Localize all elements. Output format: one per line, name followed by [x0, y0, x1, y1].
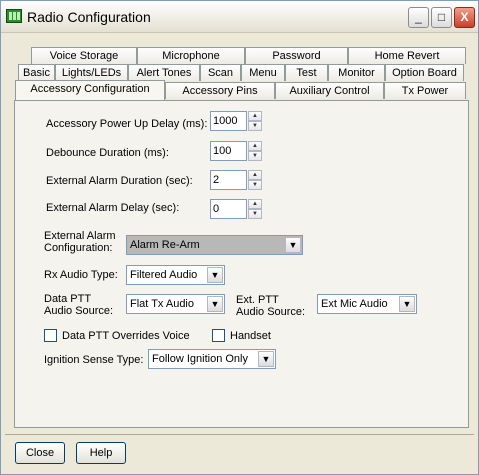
spin-down-icon[interactable]: ▼ [248, 151, 262, 161]
spin-down-icon[interactable]: ▼ [248, 121, 262, 131]
power-up-delay-label: Accessory Power Up Delay (ms): [46, 118, 208, 130]
spin-up-icon[interactable]: ▲ [248, 111, 262, 121]
accessory-configuration-panel: Accessory Power Up Delay (ms): 1000 ▲ ▼ … [14, 100, 469, 428]
spin-up-icon[interactable]: ▲ [248, 199, 262, 209]
tab-test[interactable]: Test [285, 64, 328, 81]
radio-app-icon [6, 9, 22, 23]
alarm-duration-value[interactable]: 2 [210, 170, 247, 190]
dropdown-arrow-icon[interactable]: ▼ [285, 237, 301, 253]
alarm-config-label-line2: Configuration: [44, 242, 113, 254]
title-bar[interactable]: Radio Configuration _ □ X [1, 1, 478, 33]
tab-home-revert[interactable]: Home Revert [348, 47, 466, 64]
spin-up-icon[interactable]: ▲ [248, 141, 262, 151]
alarm-duration-spinner[interactable]: 2 ▲ ▼ [210, 170, 262, 190]
tab-auxiliary-control[interactable]: Auxiliary Control [275, 82, 384, 99]
tab-row-3: Accessory Configuration Accessory Pins A… [15, 80, 466, 100]
tab-lights-leds[interactable]: Lights/LEDs [55, 64, 128, 81]
tab-row-1: Voice Storage Microphone Password Home R… [31, 47, 466, 64]
tab-accessory-configuration[interactable]: Accessory Configuration [15, 80, 165, 100]
minimize-button[interactable]: _ [408, 7, 429, 28]
rx-audio-type-label: Rx Audio Type: [44, 269, 118, 281]
radio-configuration-window: Radio Configuration _ □ X Voice Storage … [0, 0, 479, 475]
ignition-sense-type-value: Follow Ignition Only [152, 353, 248, 365]
window-title: Radio Configuration [27, 9, 151, 25]
ext-ptt-audio-source-select[interactable]: Ext Mic Audio ▼ [317, 294, 417, 314]
rx-audio-type-select[interactable]: Filtered Audio ▼ [126, 265, 225, 285]
alarm-duration-label: External Alarm Duration (sec): [46, 175, 193, 187]
alarm-delay-label: External Alarm Delay (sec): [46, 202, 180, 214]
close-window-button[interactable]: X [454, 7, 475, 28]
debounce-duration-value[interactable]: 100 [210, 141, 247, 161]
data-ptt-overrides-voice-label[interactable]: Data PTT Overrides Voice [62, 330, 190, 342]
ignition-sense-type-select[interactable]: Follow Ignition Only ▼ [148, 349, 276, 369]
rx-audio-type-value: Filtered Audio [130, 269, 198, 281]
tab-option-board[interactable]: Option Board [385, 64, 464, 81]
power-up-delay-value[interactable]: 1000 [210, 111, 247, 131]
data-ptt-overrides-voice-checkbox[interactable] [44, 329, 57, 342]
power-up-delay-spinner[interactable]: 1000 ▲ ▼ [210, 111, 262, 131]
data-ptt-label-line1: Data PTT [44, 293, 92, 305]
data-ptt-label-line2: Audio Source: [44, 305, 114, 317]
ignition-sense-type-label: Ignition Sense Type: [44, 354, 144, 366]
tab-alert-tones[interactable]: Alert Tones [128, 64, 200, 81]
dropdown-arrow-icon[interactable]: ▼ [207, 296, 223, 312]
ext-ptt-label-line2: Audio Source: [236, 306, 306, 318]
tab-password[interactable]: Password [245, 47, 348, 64]
tab-scan[interactable]: Scan [200, 64, 241, 81]
debounce-duration-label: Debounce Duration (ms): [46, 147, 169, 159]
alarm-config-value: Alarm Re-Arm [130, 239, 200, 251]
ext-ptt-label-line1: Ext. PTT [236, 294, 279, 306]
tab-monitor[interactable]: Monitor [328, 64, 385, 81]
maximize-button[interactable]: □ [431, 7, 452, 28]
spin-down-icon[interactable]: ▼ [248, 180, 262, 190]
handset-checkbox[interactable] [212, 329, 225, 342]
data-ptt-audio-source-select[interactable]: Flat Tx Audio ▼ [126, 294, 225, 314]
tab-voice-storage[interactable]: Voice Storage [31, 47, 137, 64]
dropdown-arrow-icon[interactable]: ▼ [399, 296, 415, 312]
ext-ptt-audio-source-value: Ext Mic Audio [321, 298, 388, 310]
dropdown-arrow-icon[interactable]: ▼ [258, 351, 274, 367]
alarm-config-label-line1: External Alarm [44, 230, 116, 242]
alarm-config-select[interactable]: Alarm Re-Arm ▼ [126, 235, 303, 255]
data-ptt-audio-source-value: Flat Tx Audio [130, 298, 194, 310]
tab-tx-power[interactable]: Tx Power [384, 82, 466, 99]
help-button[interactable]: Help [76, 442, 126, 464]
spin-up-icon[interactable]: ▲ [248, 170, 262, 180]
debounce-duration-spinner[interactable]: 100 ▲ ▼ [210, 141, 262, 161]
close-button[interactable]: Close [15, 442, 65, 464]
tab-accessory-pins[interactable]: Accessory Pins [165, 82, 275, 99]
bottom-separator [5, 434, 474, 435]
tab-basic[interactable]: Basic [18, 64, 55, 81]
handset-label[interactable]: Handset [230, 330, 271, 342]
spin-down-icon[interactable]: ▼ [248, 209, 262, 219]
dropdown-arrow-icon[interactable]: ▼ [207, 267, 223, 283]
tab-microphone[interactable]: Microphone [137, 47, 245, 64]
tab-row-2: Basic Lights/LEDs Alert Tones Scan Menu … [18, 64, 464, 81]
alarm-delay-spinner[interactable]: 0 ▲ ▼ [210, 199, 262, 219]
tab-menu[interactable]: Menu [241, 64, 285, 81]
alarm-delay-value[interactable]: 0 [210, 199, 247, 219]
